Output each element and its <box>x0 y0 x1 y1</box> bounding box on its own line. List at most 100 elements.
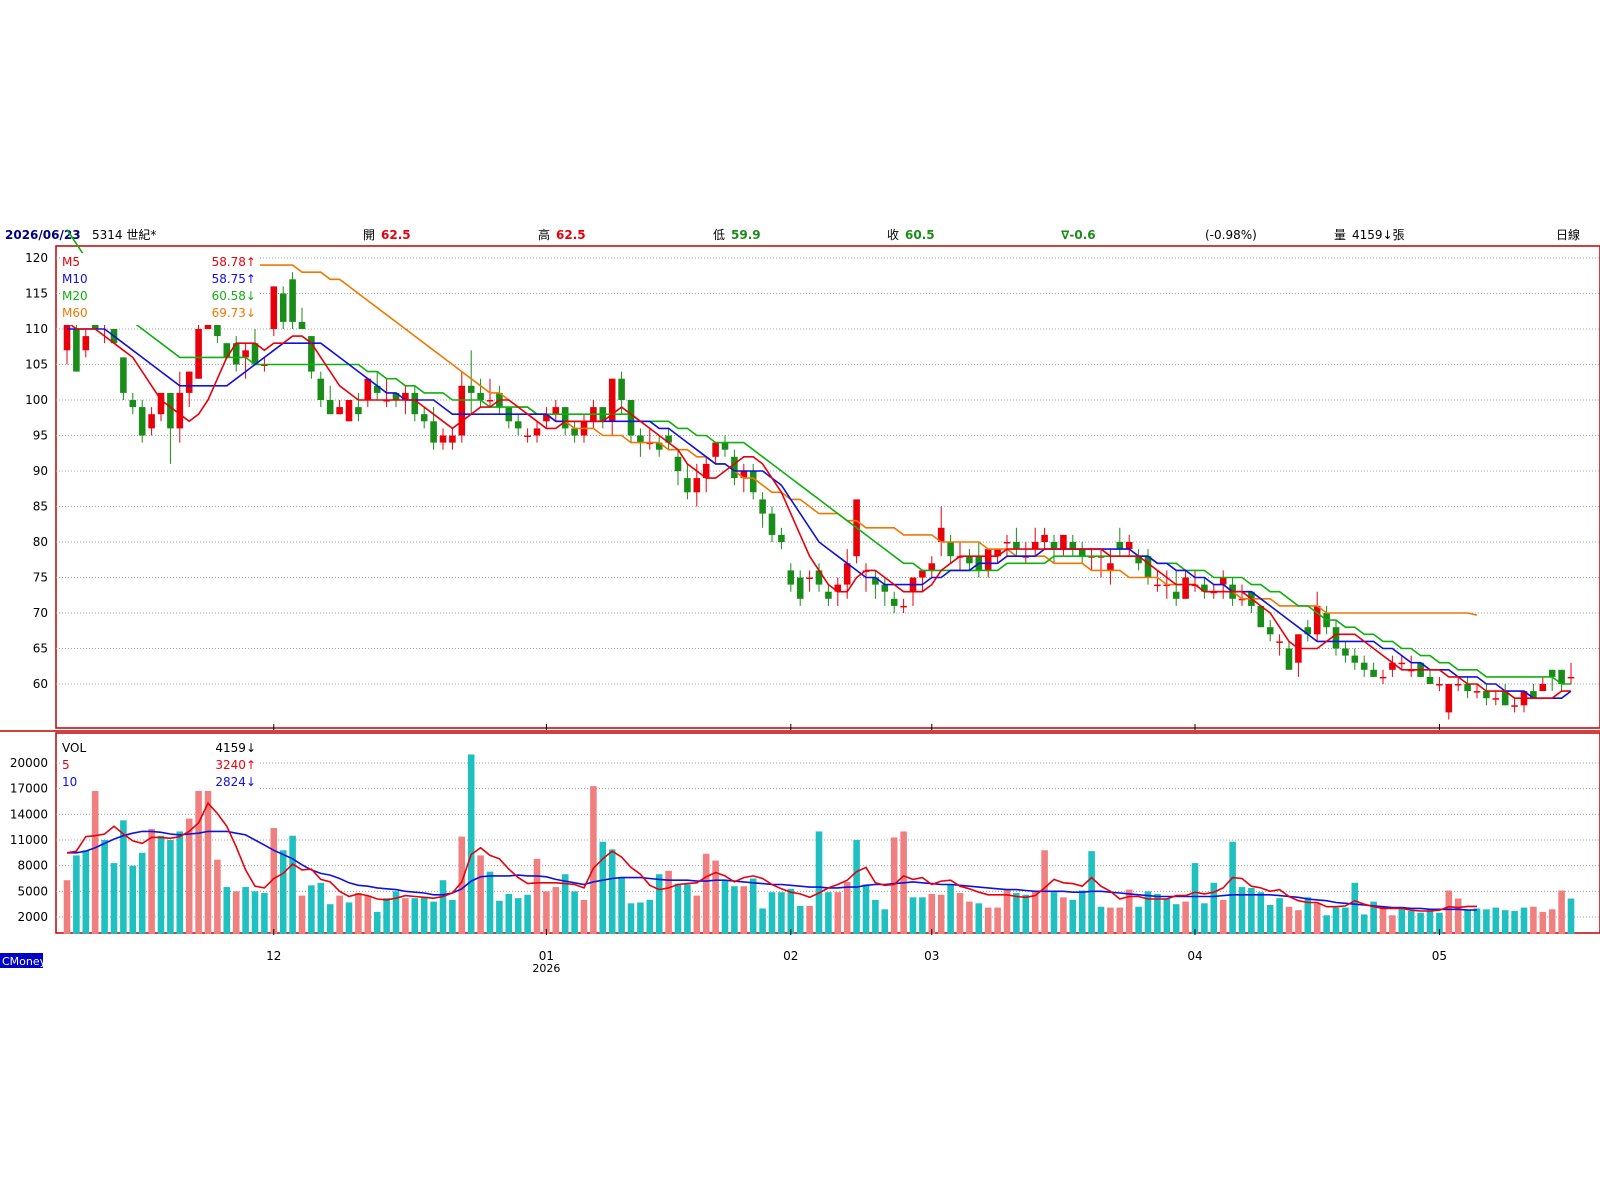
candle-body <box>928 563 936 571</box>
candle-body <box>618 378 625 400</box>
volume-bar <box>1492 907 1500 934</box>
volume-bar <box>778 892 785 934</box>
volume-bar <box>975 903 983 934</box>
volume-bar <box>1407 911 1415 934</box>
volume-bar <box>1445 890 1453 934</box>
candle-body <box>1031 542 1039 550</box>
candle-body <box>1116 542 1124 550</box>
header-open-label: 開 <box>363 228 375 242</box>
candle-body <box>1436 684 1443 686</box>
volume-bar <box>608 849 616 934</box>
volume-bar <box>1172 904 1180 934</box>
volume-bar <box>1201 903 1208 934</box>
volume-bar <box>1022 894 1030 934</box>
volume-bar <box>646 899 654 934</box>
volume-bar <box>176 831 184 934</box>
volume-bar <box>599 841 607 934</box>
volume-bar <box>1342 907 1349 934</box>
price-y-tick-label: 60 <box>33 677 48 691</box>
legend-vol-value: 4159↓ <box>215 741 256 755</box>
volume-bar <box>1548 909 1556 934</box>
header-close-label: 收 <box>887 228 899 242</box>
legend-vol10-value: 2824↓ <box>215 775 256 789</box>
volume-bar <box>1191 863 1199 934</box>
volume-bar <box>759 908 766 934</box>
volume-bar <box>1389 915 1396 934</box>
candle-body <box>82 336 90 351</box>
candle-body <box>1107 563 1114 571</box>
volume-bar <box>298 895 306 934</box>
volume-bar <box>731 886 738 934</box>
candle-body <box>1464 684 1471 692</box>
volume-bar <box>787 888 795 934</box>
volume-bar <box>1511 911 1518 934</box>
volume-bar <box>477 855 484 934</box>
header-volume-label: 量 <box>1334 228 1346 242</box>
price-grid: 60 65 70 75 80 85 90 95 100 105 110 115 120 <box>25 251 1600 691</box>
candle-body <box>1426 676 1434 684</box>
volume-bar <box>1135 906 1142 934</box>
candle-body <box>148 414 155 429</box>
volume-bar <box>449 899 456 934</box>
volume-bar <box>1229 841 1236 934</box>
header-volume: 4159↓張 <box>1352 228 1405 242</box>
volume-bar <box>834 892 842 934</box>
candle-body <box>1342 648 1349 656</box>
volume-bar <box>129 865 137 934</box>
volume-bar <box>1116 907 1124 934</box>
volume-bar <box>815 831 823 934</box>
candle-body <box>1003 542 1011 544</box>
volume-bar <box>101 840 108 934</box>
volume-bar <box>411 898 419 934</box>
volume-bar <box>232 891 240 934</box>
volume-bar <box>91 790 99 934</box>
candle-body <box>674 456 682 471</box>
volume-bar <box>1454 898 1462 934</box>
legend-m20-value: 60.58↓ <box>212 289 256 303</box>
volume-y-tick-label: 20000 <box>10 756 48 770</box>
header-high: 62.5 <box>556 228 586 242</box>
volume-bar <box>890 837 898 934</box>
x-tick-label: 12 <box>266 949 281 963</box>
header-close: 60.5 <box>905 228 935 242</box>
stock-chart: 2026/06/23 5314 世紀* 開 62.5 高 62.5 低 59.9… <box>0 227 1600 975</box>
volume-bar <box>956 893 964 934</box>
candle-body <box>1050 542 1058 550</box>
brand-label: CMoney <box>2 955 47 968</box>
volume-bar <box>1295 910 1302 934</box>
volume-bar <box>261 893 268 934</box>
legend-vol5-value: 3240↑ <box>215 758 256 772</box>
candle-body <box>449 435 456 443</box>
candle-body <box>759 499 766 514</box>
volume-bar <box>1501 910 1509 934</box>
candle-body <box>129 400 137 408</box>
price-y-tick-label: 90 <box>33 464 48 478</box>
x-tick-label: 02 <box>783 949 798 963</box>
candle-body <box>1539 684 1547 692</box>
candle-body <box>721 442 729 450</box>
volume-bar <box>1003 889 1011 934</box>
volume-bar <box>674 883 682 934</box>
candle-body <box>1266 627 1274 635</box>
volume-bar <box>984 907 992 934</box>
candle-body <box>1219 577 1227 585</box>
volume-bar <box>928 893 936 934</box>
volume-legend: VOL 4159↓ 5 3240↑ 10 2824↓ <box>60 739 260 791</box>
candlesticks <box>63 272 1575 720</box>
volume-bar <box>63 880 71 934</box>
price-y-tick-label: 65 <box>33 642 48 656</box>
header-low: 59.9 <box>731 228 761 242</box>
candle-body <box>1360 662 1368 670</box>
volume-bar <box>1483 909 1490 934</box>
volume-bar <box>326 904 334 934</box>
volume-bar <box>1182 901 1189 934</box>
candle-body <box>1257 605 1265 628</box>
volume-bar <box>1088 851 1095 934</box>
price-legend: M5 58.78↑ M10 58.75↑ M20 60.58↓ M60 69.7… <box>60 253 260 325</box>
candle-body <box>289 279 296 322</box>
volume-bar <box>1060 897 1067 934</box>
volume-bar <box>167 840 174 934</box>
volume-y-tick-label: 5000 <box>17 884 48 898</box>
candle-body <box>984 549 992 571</box>
volume-bar <box>1154 893 1161 934</box>
